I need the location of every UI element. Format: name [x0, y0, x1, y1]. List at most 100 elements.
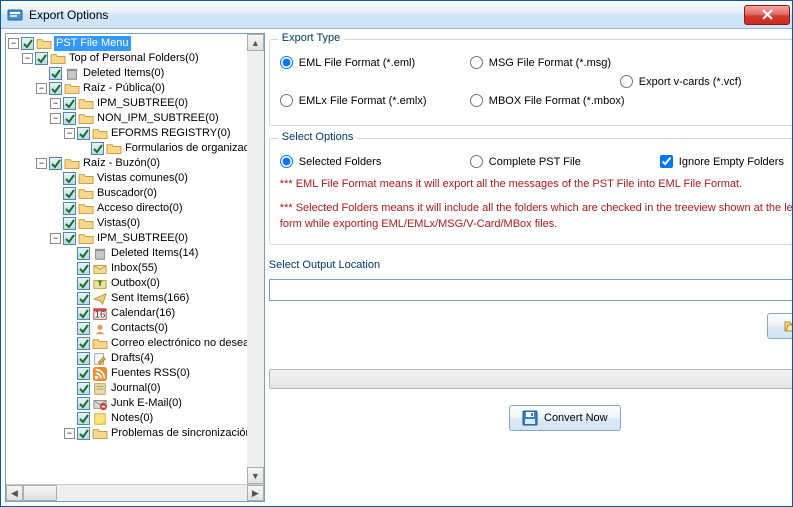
output-location-input[interactable] — [269, 279, 792, 301]
tree-item-label: Formularios de organización — [124, 141, 264, 156]
tree-checkbox[interactable] — [77, 292, 90, 305]
close-button[interactable] — [744, 5, 790, 25]
tree-item[interactable]: Deleted Items(0) — [8, 66, 264, 81]
tree-checkbox[interactable] — [63, 97, 76, 110]
tree-item[interactable]: Correo electrónico no deseado — [8, 336, 264, 351]
scroll-right-icon[interactable]: ▶ — [247, 485, 264, 501]
journal-icon — [92, 382, 108, 396]
scroll-up-icon[interactable]: ▲ — [247, 34, 264, 51]
folder-icon — [36, 37, 52, 51]
tree-item[interactable]: −PST File Menu — [8, 36, 264, 51]
tree-item[interactable]: −IPM_SUBTREE(0) — [8, 96, 264, 111]
radio-vcard[interactable]: Export v-cards (*.vcf) — [620, 75, 780, 88]
tree-item[interactable]: Acceso directo(0) — [8, 201, 264, 216]
tree-checkbox[interactable] — [77, 412, 90, 425]
save-icon — [522, 410, 538, 426]
collapse-icon[interactable]: − — [50, 98, 61, 109]
trash-icon — [92, 247, 108, 261]
tree-item[interactable]: −Top of Personal Folders(0) — [8, 51, 264, 66]
tree-item[interactable]: −IPM_SUBTREE(0) — [8, 231, 264, 246]
tree-item-label: Buscador(0) — [96, 186, 157, 201]
tree-checkbox[interactable] — [77, 367, 90, 380]
radio-msg[interactable]: MSG File Format (*.msg) — [470, 56, 630, 69]
convert-now-button[interactable]: Convert Now — [509, 405, 621, 431]
tree-checkbox[interactable] — [63, 217, 76, 230]
tree-item[interactable]: Deleted Items(14) — [8, 246, 264, 261]
collapse-icon[interactable]: − — [64, 128, 75, 139]
tree-hscrollbar[interactable]: ◀ ▶ — [6, 484, 264, 501]
notes-icon — [92, 412, 108, 426]
tree-item-label: Calendar(16) — [110, 306, 175, 321]
tree-checkbox[interactable] — [63, 232, 76, 245]
tree-checkbox[interactable] — [77, 352, 90, 365]
tree-checkbox[interactable] — [77, 322, 90, 335]
tree-checkbox[interactable] — [77, 382, 90, 395]
tree-item[interactable]: Junk E-Mail(0) — [8, 396, 264, 411]
browse-button[interactable]: Browse — [767, 313, 792, 339]
tree-item[interactable]: −Raíz - Pública(0) — [8, 81, 264, 96]
tree-checkbox[interactable] — [21, 37, 34, 50]
tree-checkbox[interactable] — [77, 307, 90, 320]
app-icon — [7, 7, 23, 23]
scroll-left-icon[interactable]: ◀ — [6, 485, 23, 501]
rss-icon — [92, 367, 108, 381]
folder-tree[interactable]: −PST File Menu−Top of Personal Folders(0… — [6, 34, 264, 484]
checkbox-ignore-empty[interactable]: Ignore Empty Folders — [660, 155, 792, 168]
folder-tree-panel: −PST File Menu−Top of Personal Folders(0… — [5, 33, 265, 502]
folder-icon — [78, 187, 94, 201]
tree-checkbox[interactable] — [77, 427, 90, 440]
tree-checkbox[interactable] — [77, 262, 90, 275]
tree-item[interactable]: Formularios de organización — [8, 141, 264, 156]
tree-checkbox[interactable] — [63, 172, 76, 185]
tree-item[interactable]: Drafts(4) — [8, 351, 264, 366]
tree-checkbox[interactable] — [49, 157, 62, 170]
tree-item-label: Deleted Items(0) — [82, 66, 164, 81]
tree-item[interactable]: Vistas comunes(0) — [8, 171, 264, 186]
radio-emlx[interactable]: EMLx File Format (*.emlx) — [280, 94, 440, 107]
tree-checkbox[interactable] — [77, 127, 90, 140]
tree-item[interactable]: Sent Items(166) — [8, 291, 264, 306]
collapse-icon[interactable]: − — [64, 428, 75, 439]
collapse-icon[interactable]: − — [50, 113, 61, 124]
tree-item[interactable]: Buscador(0) — [8, 186, 264, 201]
tree-checkbox[interactable] — [35, 52, 48, 65]
collapse-icon[interactable]: − — [8, 38, 19, 49]
folder-icon — [78, 112, 94, 126]
collapse-icon[interactable]: − — [36, 158, 47, 169]
tree-vscrollbar[interactable]: ▲ ▼ — [247, 34, 264, 484]
tree-item[interactable]: Vistas(0) — [8, 216, 264, 231]
tree-item-label: Vistas comunes(0) — [96, 171, 188, 186]
tree-checkbox[interactable] — [63, 202, 76, 215]
collapse-icon[interactable]: − — [36, 83, 47, 94]
tree-checkbox[interactable] — [77, 277, 90, 290]
tree-checkbox[interactable] — [77, 247, 90, 260]
tree-item-label: Vistas(0) — [96, 216, 140, 231]
tree-item[interactable]: Calendar(16) — [8, 306, 264, 321]
tree-item[interactable]: −Raíz - Buzón(0) — [8, 156, 264, 171]
tree-item[interactable]: −EFORMS REGISTRY(0) — [8, 126, 264, 141]
collapse-icon[interactable]: − — [22, 53, 33, 64]
tree-checkbox[interactable] — [63, 187, 76, 200]
tree-item[interactable]: Notes(0) — [8, 411, 264, 426]
tree-checkbox[interactable] — [49, 82, 62, 95]
tree-item[interactable]: Contacts(0) — [8, 321, 264, 336]
radio-complete-pst[interactable]: Complete PST File — [470, 155, 630, 168]
radio-mbox[interactable]: MBOX File Format (*.mbox) — [470, 94, 630, 107]
radio-eml[interactable]: EML File Format (*.eml) — [280, 56, 440, 69]
tree-checkbox[interactable] — [77, 337, 90, 350]
tree-checkbox[interactable] — [63, 112, 76, 125]
tree-item[interactable]: Outbox(0) — [8, 276, 264, 291]
tree-checkbox[interactable] — [77, 397, 90, 410]
tree-item[interactable]: Journal(0) — [8, 381, 264, 396]
scroll-down-icon[interactable]: ▼ — [247, 467, 264, 484]
hscroll-thumb[interactable] — [23, 485, 57, 501]
tree-item[interactable]: −Problemas de sincronización(8 — [8, 426, 264, 441]
tree-checkbox[interactable] — [49, 67, 62, 80]
tree-item[interactable]: −NON_IPM_SUBTREE(0) — [8, 111, 264, 126]
tree-item[interactable]: Fuentes RSS(0) — [8, 366, 264, 381]
collapse-icon[interactable]: − — [50, 233, 61, 244]
tree-item[interactable]: Inbox(55) — [8, 261, 264, 276]
tree-checkbox[interactable] — [91, 142, 104, 155]
radio-selected-folders[interactable]: Selected Folders — [280, 155, 440, 168]
folder-icon — [92, 337, 108, 351]
